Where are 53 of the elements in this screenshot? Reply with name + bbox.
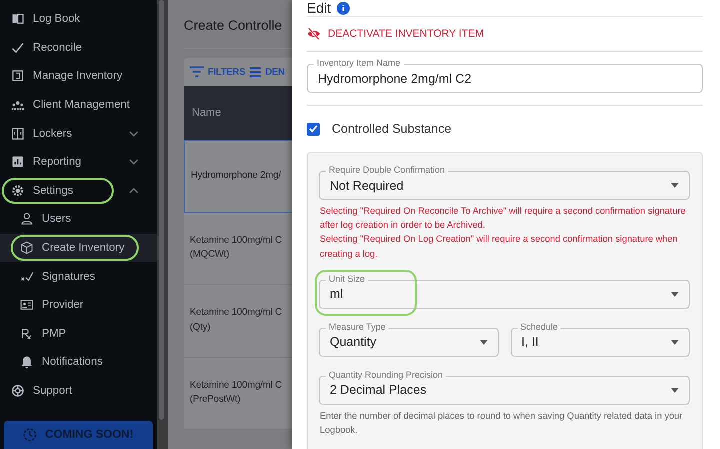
page-title: Create Controlle (184, 18, 284, 34)
deactivate-button[interactable]: DEACTIVATE INVENTORY ITEM (307, 17, 484, 51)
table-cell-text: (PrePostWt) (190, 393, 242, 408)
info-icon[interactable] (337, 2, 350, 14)
nav-item[interactable]: Signatures (0, 262, 157, 291)
nav-item[interactable]: Manage Inventory (0, 62, 157, 91)
nav-item[interactable]: Log Book (0, 5, 157, 34)
locker-icon (11, 126, 25, 141)
nav-item[interactable]: Client Management (0, 90, 157, 120)
dropdown-arrow-icon (671, 292, 679, 297)
table-cell-text: Ketamine 100mg/ml C (190, 234, 284, 248)
table-cell-text: Ketamine 100mg/ml C (190, 306, 284, 320)
dropdown-arrow-icon (671, 388, 679, 393)
warning-text: Selecting "Required On Reconcile To Archive" will require a second confirmation signature after log creation in order to be Archived. (320, 205, 687, 232)
density-icon (250, 66, 262, 78)
nav-item[interactable]: Reporting (0, 148, 157, 177)
nav-item[interactable]: Settings (0, 176, 157, 206)
eye-slash-icon (307, 28, 321, 40)
nav-item[interactable]: Provider (0, 290, 157, 320)
dropdown-arrow-icon (671, 183, 679, 188)
table-cell-text: Hydromorphone 2mg/ (191, 169, 282, 183)
table-cell-text: Ketamine 100mg/ml C (190, 378, 284, 393)
nav-item[interactable]: Users (0, 205, 157, 234)
table-cell-text: (MQCWt) (190, 248, 230, 262)
nav-item[interactable]: Create Inventory (0, 234, 157, 262)
check-icon (11, 40, 25, 55)
bar-chart-icon (11, 155, 25, 170)
controlled-substance-checkbox[interactable]: Controlled Substance (307, 106, 703, 152)
filter-icon (190, 66, 204, 78)
cube-icon (20, 241, 34, 256)
table-cell-text: (Qty) (190, 320, 212, 335)
column-header[interactable]: Name (192, 107, 222, 119)
scrollbar-thumb[interactable] (159, 0, 164, 420)
globe-icon (11, 384, 25, 398)
nav-item[interactable]: Reconcile (0, 34, 157, 62)
helper-text: Enter the number of decimal places to round to when saving Quantity related data in your Logbook. (320, 410, 684, 438)
bell-icon (20, 355, 34, 370)
nav-item[interactable]: Notifications (0, 348, 157, 377)
signature-icon (20, 270, 34, 284)
nav-item[interactable]: Support (0, 376, 157, 406)
user-icon (20, 212, 34, 226)
rx-icon (20, 326, 34, 341)
book-icon (11, 12, 25, 26)
gear-icon (11, 184, 25, 198)
warning-text: Selecting "Required On Log Creation" will require a second confirmation signature when creating a log. (320, 233, 679, 261)
drawer-title: Edit (307, 0, 332, 16)
nav-item[interactable]: Lockers (0, 119, 157, 148)
clock-icon (23, 428, 38, 442)
box-icon (11, 69, 25, 84)
dropdown-arrow-icon (480, 340, 488, 345)
id-card-icon (20, 298, 34, 312)
nav-item[interactable]: PMP (0, 320, 157, 348)
dropdown-arrow-icon (671, 340, 679, 345)
